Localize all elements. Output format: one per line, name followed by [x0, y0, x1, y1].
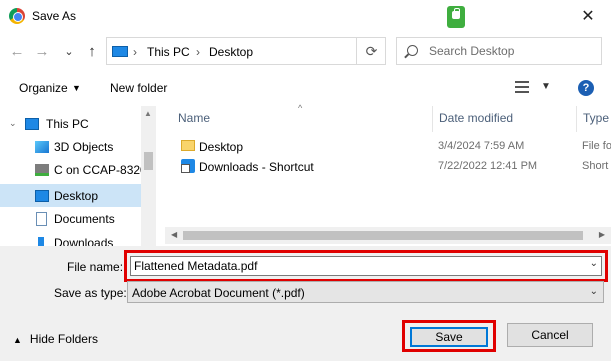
scroll-up-arrow-icon[interactable]: ▲	[144, 109, 152, 118]
new-folder-button[interactable]: New folder	[110, 81, 167, 95]
navigation-bar: ← → ⌄ ↑ › This PC › Desktop ⌄ ⟳	[0, 32, 611, 70]
save-options-panel: File name: ⌄ Save as type: Adobe Acrobat…	[0, 246, 611, 361]
chrome-logo-icon	[9, 8, 25, 24]
save-as-type-dropdown-icon[interactable]: ⌄	[590, 286, 598, 297]
column-header-name[interactable]: Name	[178, 111, 210, 125]
save-as-type-label: Save as type:	[54, 286, 127, 300]
column-header-type[interactable]: Type	[583, 111, 609, 125]
command-toolbar: Organize ▼ New folder ▼ ?	[0, 70, 611, 106]
sort-ascending-icon: ^	[298, 103, 303, 113]
save-button[interactable]: Save	[410, 327, 488, 347]
recent-locations-button[interactable]: ⌄	[60, 42, 78, 60]
file-name-highlight: ⌄	[124, 250, 608, 282]
hide-folders-label: Hide Folders	[29, 332, 98, 346]
file-name-input[interactable]	[130, 256, 602, 276]
pc-icon	[112, 46, 128, 57]
close-button[interactable]: ✕	[565, 0, 611, 32]
scroll-right-arrow-icon[interactable]: ▶	[599, 230, 605, 239]
scroll-left-arrow-icon[interactable]: ◀	[171, 230, 177, 239]
search-box[interactable]	[396, 37, 602, 65]
file-date: 3/4/2024 7:59 AM	[438, 140, 525, 152]
file-type: Short	[582, 160, 609, 172]
desktop-icon	[35, 189, 49, 202]
sidebar-item-label: Downloads	[54, 235, 114, 247]
search-input[interactable]	[429, 44, 589, 58]
title-bar: Save As ✕	[0, 0, 611, 32]
view-options-icon[interactable]	[515, 81, 529, 93]
sidebar-item-label: Desktop	[54, 188, 99, 203]
hide-folders-button[interactable]: ▲ Hide Folders	[13, 332, 98, 346]
column-divider[interactable]	[432, 106, 433, 132]
cube-icon	[35, 140, 49, 153]
breadcrumb-this-pc[interactable]: This PC	[147, 45, 190, 59]
scrollbar-thumb[interactable]	[183, 231, 583, 240]
sidebar-scrollbar[interactable]: ▲	[141, 106, 156, 246]
documents-icon	[36, 211, 47, 226]
navigation-pane: ⌄ This PC 3D Objects C on CCAP-8320 Desk…	[0, 106, 156, 246]
organize-dropdown-icon[interactable]: ▼	[72, 83, 81, 93]
collapse-chevron-icon[interactable]: ⌄	[9, 118, 17, 129]
network-drive-icon	[35, 163, 49, 176]
green-bot-icon	[447, 6, 465, 28]
back-button[interactable]: ←	[8, 42, 26, 60]
file-name-dropdown-icon[interactable]: ⌄	[590, 258, 598, 269]
column-divider[interactable]	[576, 106, 577, 132]
save-as-type-select[interactable]: Adobe Acrobat Document (*.pdf) ⌄	[127, 281, 604, 303]
scrollbar-thumb[interactable]	[144, 152, 153, 170]
sidebar-item-3d-objects[interactable]: 3D Objects	[0, 135, 141, 158]
column-header-date-modified[interactable]: Date modified	[439, 111, 513, 125]
sidebar-item-label: This PC	[46, 116, 89, 131]
cancel-button[interactable]: Cancel	[507, 323, 593, 347]
file-date: 7/22/2022 12:41 PM	[438, 160, 538, 172]
help-icon[interactable]: ?	[578, 80, 594, 96]
file-list: ^ Name Date modified Type Desktop 3/4/20…	[165, 103, 611, 246]
organize-button[interactable]: Organize	[19, 81, 68, 95]
forward-button[interactable]: →	[33, 42, 51, 60]
refresh-button[interactable]: ⟳	[356, 37, 386, 65]
file-row[interactable]: Downloads - Shortcut 7/22/2022 12:41 PM …	[165, 156, 611, 178]
file-name: Desktop	[199, 140, 244, 154]
folder-icon	[181, 140, 195, 151]
save-as-type-value: Adobe Acrobat Document (*.pdf)	[132, 286, 305, 300]
file-type: File fo	[582, 140, 611, 152]
sidebar-item-desktop[interactable]: Desktop	[0, 184, 141, 207]
sidebar-item-network-drive[interactable]: C on CCAP-8320	[0, 158, 147, 181]
sidebar-item-label: C on CCAP-8320	[54, 162, 147, 177]
up-button[interactable]: ↑	[83, 42, 101, 60]
save-button-highlight: Save	[402, 320, 496, 352]
breadcrumb-separator: ›	[133, 45, 137, 59]
downloads-icon	[38, 236, 44, 246]
file-name: Downloads - Shortcut	[199, 160, 314, 174]
view-dropdown-icon[interactable]: ▼	[541, 81, 551, 92]
sidebar-item-downloads[interactable]: Downloads	[0, 231, 141, 246]
breadcrumb-separator: ›	[196, 45, 200, 59]
sidebar-item-this-pc[interactable]: ⌄ This PC	[0, 112, 141, 135]
horizontal-scrollbar[interactable]: ◀ ▶	[165, 227, 611, 244]
file-row[interactable]: Desktop 3/4/2024 7:59 AM File fo	[165, 136, 611, 158]
chevron-up-icon: ▲	[13, 335, 22, 345]
window-title: Save As	[32, 9, 77, 23]
sidebar-item-label: Documents	[54, 211, 115, 226]
address-bar[interactable]: › This PC › Desktop ⌄	[106, 37, 447, 65]
breadcrumb-desktop[interactable]: Desktop	[209, 45, 253, 59]
shortcut-icon	[181, 159, 195, 173]
search-icon	[407, 45, 418, 56]
sidebar-item-documents[interactable]: Documents	[0, 207, 141, 230]
sidebar-item-label: 3D Objects	[54, 139, 114, 154]
pc-icon	[25, 117, 39, 130]
file-name-label: File name:	[67, 260, 124, 274]
